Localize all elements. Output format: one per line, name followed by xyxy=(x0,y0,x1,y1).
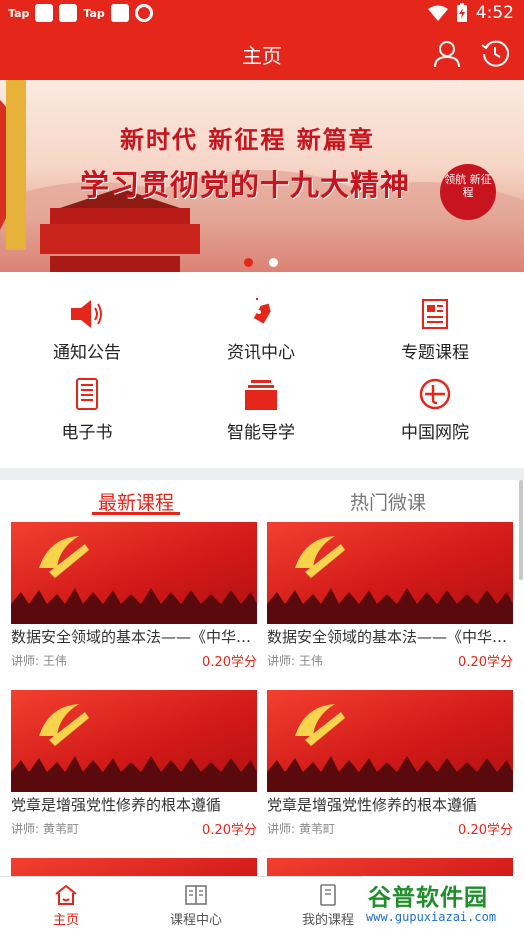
folder-stack-icon xyxy=(245,380,277,410)
course-card[interactable]: 数据安全领域的基本法——《中华人民共和国数据安全法》 讲师: 王伟 0.20学分 xyxy=(11,522,257,674)
feature-menu: 通知公告 资讯中心 专题课程 电子书 智能导学 中国网院 xyxy=(0,272,524,468)
menu-label: 中国网院 xyxy=(401,423,469,443)
banner-seal: 领航 新征程 xyxy=(440,164,496,220)
party-emblem-icon xyxy=(295,704,345,746)
notification-icon xyxy=(110,4,129,22)
course-credit: 0.20学分 xyxy=(458,655,513,670)
status-bar: Tap Tap 4:52 xyxy=(0,0,524,28)
menu-item-notice[interactable]: 通知公告 xyxy=(0,296,174,363)
course-card[interactable]: 数据安全领域的基本法——《中华人民共和国数据安全法》 讲师: 王伟 0.20学分 xyxy=(267,522,513,674)
watermark-title: 谷普软件园 xyxy=(368,885,488,911)
course-credit: 0.20学分 xyxy=(458,823,513,838)
party-emblem-icon xyxy=(39,536,89,578)
course-tabs: 最新课程 热门微课 xyxy=(0,480,524,520)
course-title: 党章是增强党性修养的根本遵循 xyxy=(267,796,478,814)
course-thumbnail xyxy=(267,522,513,624)
wifi-icon xyxy=(427,5,448,21)
carousel-dot[interactable] xyxy=(269,258,278,267)
menu-item-china-academy[interactable]: 中国网院 xyxy=(348,376,522,443)
speaker-icon xyxy=(71,300,102,328)
history-icon[interactable] xyxy=(480,39,510,69)
home-icon xyxy=(55,884,77,905)
crowd-silhouette xyxy=(267,756,513,792)
menu-label: 资讯中心 xyxy=(227,343,295,363)
notification-icon xyxy=(35,4,54,22)
course-title: 数据安全领域的基本法——《中华人民共和国数据安全法》 xyxy=(11,628,257,646)
sync-icon xyxy=(134,4,153,22)
newspaper-icon xyxy=(422,299,448,329)
course-card-partial[interactable] xyxy=(267,858,513,876)
tab-hot-micro-courses[interactable]: 热门微课 xyxy=(328,488,448,515)
menu-label: 通知公告 xyxy=(53,343,121,363)
nav-label: 主页 xyxy=(52,913,79,928)
app-header: 主页 xyxy=(0,28,524,80)
menu-item-smart-guide[interactable]: 智能导学 xyxy=(174,376,348,443)
my-course-icon xyxy=(320,884,336,906)
course-credit: 0.20学分 xyxy=(202,823,257,838)
menu-label: 智能导学 xyxy=(227,423,295,443)
menu-item-ebook[interactable]: 电子书 xyxy=(0,376,174,443)
notification-icon xyxy=(59,4,78,22)
course-thumbnail xyxy=(11,522,257,624)
tap-app-icon: Tap xyxy=(8,6,30,20)
course-thumbnail xyxy=(267,690,513,792)
nav-home[interactable]: 主页 xyxy=(6,883,126,928)
banner-slogan: 新时代 新征程 新篇章 xyxy=(120,125,375,154)
ebook-icon xyxy=(76,378,98,410)
tap-app-icon: Tap xyxy=(83,6,105,20)
crowd-silhouette xyxy=(11,756,257,792)
status-notifications: Tap Tap xyxy=(8,4,153,22)
scrollbar[interactable] xyxy=(519,480,523,580)
menu-label: 电子书 xyxy=(61,423,113,443)
menu-item-news[interactable]: 资讯中心 xyxy=(174,296,348,363)
course-card[interactable]: 党章是增强党性修养的根本遵循 讲师: 黄苇町 0.20学分 xyxy=(11,690,257,842)
battery-icon xyxy=(456,3,467,22)
section-divider xyxy=(0,468,524,480)
carousel-dots[interactable] xyxy=(244,258,278,267)
crowd-silhouette xyxy=(11,588,257,624)
clock: 4:52 xyxy=(475,3,514,23)
party-emblem-icon xyxy=(295,536,345,578)
carousel-dot-active[interactable] xyxy=(244,258,253,267)
book-icon xyxy=(185,885,207,905)
status-system: 4:52 xyxy=(427,3,514,23)
promo-banner[interactable]: 新时代 新征程 新篇章 学习贯彻党的十九大精神 领航 新征程 xyxy=(0,80,524,272)
nav-course-center[interactable]: 课程中心 xyxy=(136,883,256,928)
menu-item-topics[interactable]: 专题课程 xyxy=(348,296,522,363)
watermark-url: www.gupuxiazai.com xyxy=(366,910,497,924)
tab-latest-courses[interactable]: 最新课程 xyxy=(76,488,196,515)
nav-label: 课程中心 xyxy=(169,913,222,928)
crowd-silhouette xyxy=(267,588,513,624)
banner-headline: 学习贯彻党的十九大精神 xyxy=(80,168,411,202)
active-tab-indicator xyxy=(92,512,180,515)
tag-icon xyxy=(253,298,271,324)
course-title: 党章是增强党性修养的根本遵循 xyxy=(11,796,222,814)
globe-logo-icon xyxy=(419,378,451,410)
course-credit: 0.20学分 xyxy=(202,655,257,670)
user-icon[interactable] xyxy=(432,39,462,69)
party-emblem-icon xyxy=(39,704,89,746)
menu-label: 专题课程 xyxy=(401,343,469,363)
course-card[interactable]: 党章是增强党性修养的根本遵循 讲师: 黄苇町 0.20学分 xyxy=(267,690,513,842)
course-card-partial[interactable] xyxy=(11,858,257,876)
course-title: 数据安全领域的基本法——《中华人民共和国数据安全法》 xyxy=(267,628,513,646)
course-thumbnail xyxy=(11,690,257,792)
watermark: 谷普软件园 www.gupuxiazai.com xyxy=(362,876,524,930)
